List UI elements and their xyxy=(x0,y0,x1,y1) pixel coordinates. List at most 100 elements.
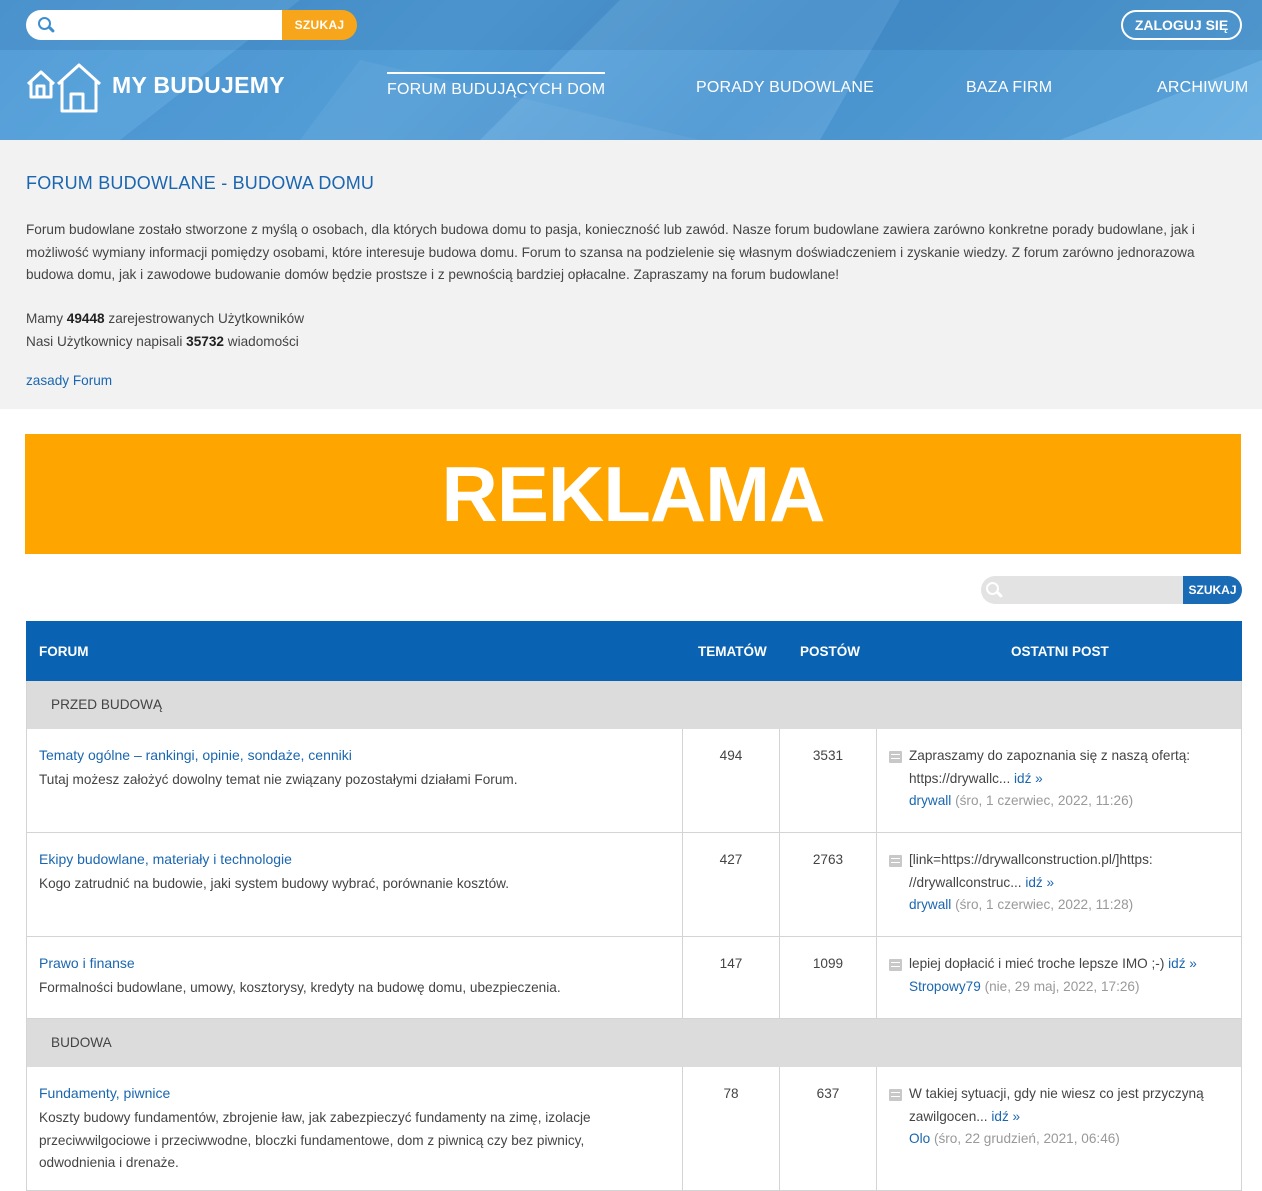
posts-cell: 637 xyxy=(780,1067,877,1190)
forum-cell: Ekipy budowlane, materiały i technologie… xyxy=(27,833,683,936)
last-post: W takiej sytuacji, gdy nie wiesz co jest… xyxy=(909,1083,1221,1151)
post-icon xyxy=(889,751,902,763)
forum-description: Koszty budowy fundamentów, zbrojenie ław… xyxy=(39,1110,591,1170)
table-row: Ekipy budowlane, materiały i technologie… xyxy=(26,833,1242,937)
last-post-cell: [link=https://drywallconstruction.pl/]ht… xyxy=(877,833,1241,936)
forum-title-link[interactable]: Prawo i finanse xyxy=(39,955,135,971)
intro-description: Forum budowlane zostało stworzone z myśl… xyxy=(26,222,1195,282)
header-search-button[interactable]: SZUKAJ xyxy=(282,10,357,40)
last-post-cell: lepiej dopłacić i mieć troche lepsze IMO… xyxy=(877,937,1241,1018)
forum-cell: Prawo i finanse Formalności budowlane, u… xyxy=(27,937,683,1018)
post-icon xyxy=(889,855,902,867)
posts-suffix: wiadomości xyxy=(227,334,299,349)
last-post-author[interactable]: Olo xyxy=(909,1131,930,1146)
forum-rules-link[interactable]: zasady Forum xyxy=(26,373,112,388)
forum-search-field xyxy=(981,576,1183,604)
users-stat: Mamy 49448 zarejestrowanych Użytkowników xyxy=(26,311,304,326)
site-header: SZUKAJ ZALOGUJ SIĘ MY BUDUJEMY FORUM BUD… xyxy=(0,0,1262,140)
topics-cell: 494 xyxy=(683,729,780,832)
last-post-text: lepiej dopłacić i mieć troche lepsze IMO… xyxy=(909,956,1165,971)
topics-count: 427 xyxy=(719,852,743,867)
category-row: BUDOWA xyxy=(26,1019,1242,1067)
last-post-author[interactable]: drywall xyxy=(909,793,951,808)
forum-description: Kogo zatrudnić na budowie, jaki system b… xyxy=(39,876,509,891)
go-to-post-link[interactable]: idź » xyxy=(1168,956,1197,971)
last-post-author[interactable]: Stropowy79 xyxy=(909,979,981,994)
posts-count: 3531 xyxy=(812,748,844,763)
posts-prefix: Nasi Użytkownicy napisali xyxy=(26,334,183,349)
post-icon xyxy=(889,959,902,971)
posts-cell: 1099 xyxy=(780,937,877,1018)
topics-count: 494 xyxy=(719,748,743,763)
header-posts: POSTÓW xyxy=(800,644,860,659)
header-search-input[interactable] xyxy=(26,10,282,40)
last-post-date: (śro, 22 grudzień, 2021, 06:46) xyxy=(933,1131,1120,1146)
header-last-post: OSTATNI POST xyxy=(1011,644,1109,659)
main-nav: FORUM BUDUJĄCYCH DOM PORADY BUDOWLANE BA… xyxy=(0,72,1262,112)
post-icon xyxy=(889,1089,902,1101)
last-post-date: (śro, 1 czerwiec, 2022, 11:26) xyxy=(955,793,1134,808)
nav-item-archiwum[interactable]: ARCHIWUM xyxy=(1157,72,1248,97)
header-search-field xyxy=(26,10,282,40)
search-icon xyxy=(986,582,1004,599)
forum-title-link[interactable]: Tematy ogólne – rankingi, opinie, sondaż… xyxy=(39,747,352,763)
topics-count: 147 xyxy=(719,956,743,971)
last-post-cell: W takiej sytuacji, gdy nie wiesz co jest… xyxy=(877,1067,1241,1190)
posts-stat: Nasi Użytkownicy napisali 35732 wiadomoś… xyxy=(26,334,299,349)
topics-cell: 78 xyxy=(683,1067,780,1190)
last-post: lepiej dopłacić i mieć troche lepsze IMO… xyxy=(909,953,1221,998)
topics-count: 78 xyxy=(723,1086,739,1101)
last-post-date: (śro, 1 czerwiec, 2022, 11:28) xyxy=(955,897,1134,912)
forum-table: FORUM TEMATÓW POSTÓW OSTATNI POST PRZED … xyxy=(26,621,1242,1191)
table-row: Prawo i finanse Formalności budowlane, u… xyxy=(26,937,1242,1019)
topics-cell: 147 xyxy=(683,937,780,1018)
last-post-date: (nie, 29 maj, 2022, 17:26) xyxy=(984,978,1140,994)
category-name: PRZED BUDOWĄ xyxy=(51,697,163,712)
header-search: SZUKAJ xyxy=(26,10,357,40)
last-post-text: W takiej sytuacji, gdy nie wiesz co jest… xyxy=(909,1086,1204,1124)
forum-search-input[interactable] xyxy=(981,576,1183,604)
forum-title-link[interactable]: Fundamenty, piwnice xyxy=(39,1085,170,1101)
topics-cell: 427 xyxy=(683,833,780,936)
forum-cell: Fundamenty, piwnice Koszty budowy fundam… xyxy=(27,1067,683,1190)
login-button[interactable]: ZALOGUJ SIĘ xyxy=(1121,10,1242,40)
users-suffix: zarejestrowanych Użytkowników xyxy=(108,311,305,326)
posts-cell: 2763 xyxy=(780,833,877,936)
posts-count: 35732 xyxy=(186,334,224,349)
table-row: Fundamenty, piwnice Koszty budowy fundam… xyxy=(26,1067,1242,1191)
category-row: PRZED BUDOWĄ xyxy=(26,681,1242,729)
nav-item-baza-firm[interactable]: BAZA FIRM xyxy=(966,72,1052,97)
users-count: 49448 xyxy=(66,311,105,326)
last-post: Zapraszamy do zapoznania się z naszą ofe… xyxy=(909,745,1221,813)
last-post: [link=https://drywallconstruction.pl/]ht… xyxy=(909,849,1221,917)
forum-description: Tutaj możesz założyć dowolny temat nie z… xyxy=(39,772,518,787)
forum-cell: Tematy ogólne – rankingi, opinie, sondaż… xyxy=(27,729,683,832)
last-post-text: Zapraszamy do zapoznania się z naszą ofe… xyxy=(909,748,1191,786)
posts-count: 1099 xyxy=(812,956,844,971)
header-topics: TEMATÓW xyxy=(698,644,767,659)
page-title: FORUM BUDOWLANE - BUDOWA DOMU xyxy=(26,173,375,193)
go-to-post-link[interactable]: idź » xyxy=(991,1109,1020,1124)
forum-title-link[interactable]: Ekipy budowlane, materiały i technologie xyxy=(39,851,292,867)
table-header: FORUM TEMATÓW POSTÓW OSTATNI POST xyxy=(26,621,1242,681)
intro-section: FORUM BUDOWLANE - BUDOWA DOMU Forum budo… xyxy=(0,140,1262,409)
nav-item-forum[interactable]: FORUM BUDUJĄCYCH DOM xyxy=(387,72,606,99)
forum-search-button[interactable]: SZUKAJ xyxy=(1183,576,1242,604)
forum-description: Formalności budowlane, umowy, kosztorysy… xyxy=(39,980,561,995)
nav-item-porady[interactable]: PORADY BUDOWLANE xyxy=(696,72,874,97)
category-name: BUDOWA xyxy=(51,1035,112,1050)
last-post-cell: Zapraszamy do zapoznania się z naszą ofe… xyxy=(877,729,1241,832)
posts-cell: 3531 xyxy=(780,729,877,832)
table-row: Tematy ogólne – rankingi, opinie, sondaż… xyxy=(26,729,1242,833)
last-post-author[interactable]: drywall xyxy=(909,897,951,912)
ad-banner[interactable]: REKLAMA xyxy=(25,434,1241,554)
ad-text: REKLAMA xyxy=(441,449,826,538)
go-to-post-link[interactable]: idź » xyxy=(1025,875,1054,890)
posts-count: 637 xyxy=(816,1086,840,1101)
go-to-post-link[interactable]: idź » xyxy=(1014,771,1043,786)
search-icon xyxy=(38,17,56,34)
header-forum: FORUM xyxy=(39,644,89,659)
users-prefix: Mamy xyxy=(26,311,64,326)
forum-search: SZUKAJ xyxy=(981,576,1242,604)
posts-count: 2763 xyxy=(812,852,844,867)
